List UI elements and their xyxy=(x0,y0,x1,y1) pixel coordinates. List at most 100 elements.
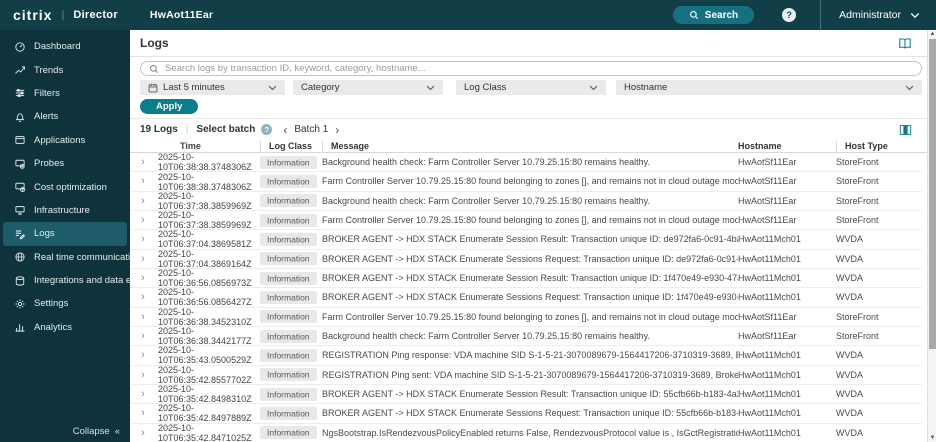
columns-icon[interactable] xyxy=(899,124,912,136)
expand-chevron-icon[interactable]: › xyxy=(141,233,145,245)
help-icon[interactable]: ? xyxy=(782,8,797,22)
expand-chevron-icon[interactable]: › xyxy=(141,349,145,361)
expand-chevron-icon[interactable]: › xyxy=(141,311,145,323)
sidebar-item-label: Settings xyxy=(34,298,69,310)
table-row[interactable]: › 2025-10-10T06:35:42.8557702Z Informati… xyxy=(130,365,922,385)
sidebar-item-alerts[interactable]: Alerts xyxy=(3,105,127,128)
batch-label: Batch 1 xyxy=(294,124,329,135)
log-time: 2025-10-10T06:37:38.3859969Z xyxy=(158,210,252,231)
sidebar-item-integrations[interactable]: Integrations and data exports xyxy=(3,269,157,292)
scrollbar-thumb[interactable] xyxy=(929,39,936,349)
table-header: Time Log Class Message Hostname Host Typ… xyxy=(130,140,936,153)
expand-chevron-icon[interactable]: › xyxy=(141,195,145,207)
sidebar-item-probes[interactable]: Probes xyxy=(3,152,127,175)
topbar-divider xyxy=(820,0,822,30)
log-class-dropdown[interactable]: Log Class xyxy=(456,80,606,95)
table-row[interactable]: › 2025-10-10T06:36:56.0856973Z Informati… xyxy=(130,268,922,289)
expand-chevron-icon[interactable]: › xyxy=(141,388,145,400)
table-row[interactable]: › 2025-10-10T06:35:42.8498310Z Informati… xyxy=(130,384,922,405)
sidebar-item-applications[interactable]: Applications xyxy=(3,129,127,152)
infrastructure-icon xyxy=(14,204,26,216)
log-message: Background health check: Farm Controller… xyxy=(322,195,651,206)
table-row[interactable]: › 2025-10-10T06:37:04.3869581Z Informati… xyxy=(130,229,922,250)
applications-icon xyxy=(14,134,26,146)
chevron-down-icon xyxy=(426,85,435,91)
table-row[interactable]: › 2025-10-10T06:38:38.3748306Z Informati… xyxy=(130,153,922,173)
log-host-type: WVDA xyxy=(836,292,863,303)
expand-chevron-icon[interactable]: › xyxy=(141,330,145,342)
scroll-down-icon[interactable]: ▼ xyxy=(928,435,936,441)
sidebar-item-label: Infrastructure xyxy=(34,204,90,216)
page-title: Logs xyxy=(140,36,169,50)
sidebar-item-label: Cost optimization xyxy=(34,181,107,193)
log-class-badge: Information xyxy=(260,213,317,227)
sidebar-item-analytics[interactable]: Analytics xyxy=(3,316,127,339)
log-search-box xyxy=(140,61,922,76)
table-row[interactable]: › 2025-10-10T06:36:38.3442177Z Informati… xyxy=(130,326,922,347)
sidebar-item-logs[interactable]: Logs xyxy=(3,222,127,246)
expand-chevron-icon[interactable]: › xyxy=(141,369,145,381)
time-range-dropdown[interactable]: Last 5 minutes xyxy=(140,80,285,95)
chevron-down-icon xyxy=(268,85,277,91)
log-class-badge: Information xyxy=(260,348,317,362)
collapse-button[interactable]: Collapse « xyxy=(73,426,120,437)
log-time: 2025-10-10T06:35:42.8498310Z xyxy=(158,384,252,405)
expand-chevron-icon[interactable]: › xyxy=(141,175,145,187)
sidebar-item-trends[interactable]: Trends xyxy=(3,58,127,81)
expand-chevron-icon[interactable]: › xyxy=(141,427,145,439)
dashboard-icon xyxy=(14,41,26,53)
table-row[interactable]: › 2025-10-10T06:36:38.3452310Z Informati… xyxy=(130,307,922,327)
search-button[interactable]: Search xyxy=(672,6,755,24)
table-row[interactable]: › 2025-10-10T06:36:56.0856427Z Informati… xyxy=(130,287,922,308)
sidebar-item-label: Probes xyxy=(34,158,65,170)
table-row[interactable]: › 2025-10-10T06:35:43.0500529Z Informati… xyxy=(130,345,922,366)
expand-chevron-icon[interactable]: › xyxy=(141,272,145,284)
log-hostname: HwAot11Mch01 xyxy=(738,408,801,419)
table-row[interactable]: › 2025-10-10T06:37:04.3869164Z Informati… xyxy=(130,249,922,269)
table-row[interactable]: › 2025-10-10T06:37:38.3859969Z Informati… xyxy=(130,210,922,231)
apply-button[interactable]: Apply xyxy=(140,99,199,114)
expand-chevron-icon[interactable]: › xyxy=(141,214,145,226)
table-row[interactable]: › 2025-10-10T06:35:42.8471025Z Informati… xyxy=(130,423,922,442)
category-dropdown[interactable]: Category xyxy=(293,80,443,95)
sidebar-item-real-time-communications[interactable]: Real time communications xyxy=(3,246,145,269)
scroll-up-icon[interactable]: ▲ xyxy=(928,31,936,37)
log-class-badge: Information xyxy=(260,310,317,324)
log-hostname: HwAotSf11Ear xyxy=(738,176,797,187)
log-message: BROKER AGENT -> HDX STACK Enumerate Sess… xyxy=(322,234,738,245)
table-row[interactable]: › 2025-10-10T06:37:38.3859969Z Informati… xyxy=(130,191,922,211)
log-host-type: WVDA xyxy=(836,273,863,284)
log-message: Background health check: Farm Controller… xyxy=(322,157,651,168)
sidebar-item-label: Alerts xyxy=(34,111,59,123)
log-host-type: WVDA xyxy=(836,350,863,361)
hostname-dropdown[interactable]: Hostname xyxy=(616,80,922,95)
batch-next-icon[interactable]: › xyxy=(332,123,342,137)
log-hostname: HwAot11Mch01 xyxy=(738,369,801,380)
expand-chevron-icon[interactable]: › xyxy=(141,407,145,419)
table-row[interactable]: › 2025-10-10T06:38:38.3748306Z Informati… xyxy=(130,172,922,192)
log-host-type: WVDA xyxy=(836,427,863,438)
brand-divider: | xyxy=(61,9,65,21)
machine-name: HwAot11Ear xyxy=(149,9,214,21)
log-host-type: StoreFront xyxy=(836,176,879,187)
select-batch-label: Select batch xyxy=(196,124,256,135)
table-row[interactable]: › 2025-10-10T06:35:42.8497889Z Informati… xyxy=(130,403,922,424)
expand-chevron-icon[interactable]: › xyxy=(141,253,145,265)
vertical-scrollbar[interactable]: ▲ ▼ xyxy=(927,30,936,442)
category-value: Category xyxy=(301,82,340,93)
expand-chevron-icon[interactable]: › xyxy=(141,156,145,168)
sidebar-item-cost-optimization[interactable]: $ Cost optimization xyxy=(3,175,127,198)
sidebar-item-dashboard[interactable]: Dashboard xyxy=(3,35,127,58)
info-icon[interactable]: ? xyxy=(261,124,273,135)
book-icon[interactable] xyxy=(898,37,912,50)
sidebar-item-infrastructure[interactable]: Infrastructure xyxy=(3,199,127,222)
search-input[interactable] xyxy=(165,63,913,74)
table-body: › 2025-10-10T06:38:38.3748306Z Informati… xyxy=(130,153,936,442)
time-range-value: Last 5 minutes xyxy=(163,82,225,93)
expand-chevron-icon[interactable]: › xyxy=(141,291,145,303)
sidebar-item-filters[interactable]: Filters xyxy=(3,82,127,105)
batch-prev-icon[interactable]: ‹ xyxy=(280,123,290,137)
user-menu[interactable]: Administrator xyxy=(839,9,936,21)
log-message: REGISTRATION Ping sent: VDA machine SID … xyxy=(322,369,738,380)
sidebar-item-settings[interactable]: Settings xyxy=(3,292,127,315)
